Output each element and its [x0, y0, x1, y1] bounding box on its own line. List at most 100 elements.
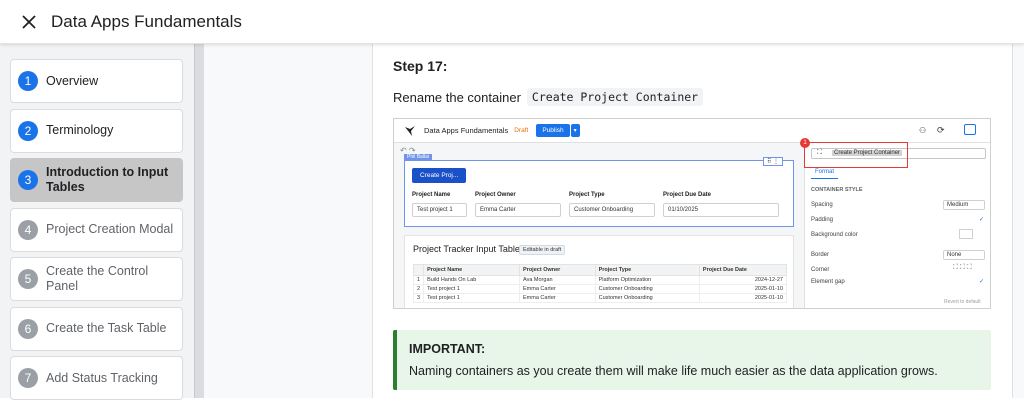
container-menu-icon: ⠿ ⋮ — [763, 157, 784, 166]
step-number: 6 — [18, 318, 38, 339]
table-header: Project Due Date — [698, 264, 788, 276]
prop-label: Border — [811, 252, 830, 258]
sidebar-item-task-table[interactable]: 6 Create the Task Table — [10, 306, 183, 351]
table-cell: 2024-12-27 — [698, 275, 788, 285]
screenshot-table-card: Project Tracker Input Table Editable in … — [404, 235, 794, 308]
prop-label: Spacing — [811, 202, 833, 208]
control-value: Customer Onboarding — [569, 203, 655, 217]
sidebar-item-label: Add Status Tracking — [46, 370, 158, 385]
table-cell: Ava Morgan — [519, 275, 596, 285]
top-bar: Data Apps Fundamentals — [0, 0, 1024, 44]
callout-title: IMPORTANT: — [409, 342, 486, 356]
prop-label: Padding — [811, 217, 834, 223]
sidebar-item-status-tracking[interactable]: 7 Add Status Tracking — [10, 356, 183, 400]
sidebar-item-project-creation-modal[interactable]: 4 Project Creation Modal — [10, 207, 183, 252]
main-content: Step 17: Rename the container Create Pro… — [373, 44, 1012, 398]
sidebar-item-label: Create the Task Table — [46, 321, 167, 335]
table-row: 2 Test project 1 Emma Carter Customer On… — [412, 284, 788, 294]
table-header: Project Type — [594, 264, 700, 276]
check-icon: ✓ — [979, 217, 985, 223]
step-heading: Step 17: — [393, 58, 448, 74]
prop-label: Corner — [811, 267, 830, 273]
logo-icon — [405, 125, 415, 136]
prop-label: Background color — [811, 232, 858, 238]
sidebar-item-control-panel[interactable]: 5 Create the Control Panel — [10, 257, 183, 301]
step-number: 3 — [18, 170, 38, 190]
screenshot-publish-button: Publish — [536, 124, 570, 137]
prop-value: Medium — [943, 200, 985, 210]
resize-handle[interactable] — [194, 44, 204, 398]
table-cell: 2025-01-10 — [698, 293, 788, 303]
revert-link: Revert to default — [944, 299, 981, 305]
prop-label: Element gap — [811, 279, 845, 285]
panel-toggle-icon — [964, 124, 976, 135]
section-label: CONTAINER STYLE — [811, 187, 863, 193]
sidebar-item-terminology[interactable]: 2 Terminology — [10, 108, 183, 153]
screenshot-table: Project Name Project Owner Project Type … — [412, 264, 788, 303]
check-icon: ✓ — [979, 279, 985, 285]
table-row: 3 Test project 1 Emma Carter Customer On… — [412, 293, 788, 303]
table-cell: Build Hands On Lab — [423, 275, 521, 285]
highlight-box: 1 — [800, 138, 908, 168]
page-title: Data Apps Fundamentals — [51, 11, 242, 31]
user-icon: ⚇ — [919, 126, 927, 135]
step-number: 7 — [18, 368, 38, 388]
tutorial-screenshot: Data Apps Fundamentals Draft Publish ▾ ⚇… — [393, 118, 991, 309]
screenshot-create-button: Create Proj... — [412, 168, 467, 183]
corner-icon: ⛶⛶⛶ — [953, 264, 974, 271]
scrollbar[interactable] — [1012, 44, 1024, 398]
screenshot-app-title: Data Apps Fundamentals — [424, 126, 509, 135]
instruction-text: Rename the container — [393, 89, 521, 105]
table-cell: 1 — [412, 275, 425, 285]
table-cell: Emma Carter — [519, 293, 596, 303]
editable-chip: Editable in draft — [519, 245, 566, 255]
sidebar-item-label: Create the Control Panel — [46, 264, 149, 293]
screenshot-properties-panel: ⛶ Create Project Container 1 Format CONT… — [800, 138, 990, 308]
control-label: Project Name — [412, 192, 451, 198]
control-value: Emma Carter — [475, 203, 561, 217]
control-label: Project Type — [569, 192, 605, 198]
table-cell: Test project 1 — [423, 284, 521, 294]
table-row: 1 Build Hands On Lab Ava Morgan Platform… — [412, 275, 788, 285]
instruction-code: Create Project Container — [526, 88, 704, 106]
table-header: Project Name — [423, 264, 521, 276]
sidebar-item-label: Terminology — [46, 123, 114, 137]
control-value: Test project 1 — [412, 203, 467, 217]
color-swatch — [959, 229, 973, 239]
step-badge: 1 — [800, 138, 810, 148]
step-number: 2 — [18, 120, 38, 141]
control-label: Project Owner — [475, 192, 516, 198]
screenshot-table-title: Project Tracker Input Table — [413, 244, 520, 254]
sidebar: 1 Overview 2 Terminology 3 Introduction … — [0, 44, 194, 400]
step-number: 5 — [18, 269, 38, 289]
sidebar-item-label: Overview — [46, 73, 99, 88]
table-cell: Emma Carter — [519, 284, 596, 294]
screenshot-canvas: ↶ ↷ Phil Ballai ⠿ ⋮ Create Proj... Proje… — [394, 143, 804, 308]
table-cell: Platform Optimization — [594, 275, 700, 285]
control-value: 01/10/2025 — [663, 203, 779, 217]
close-icon[interactable] — [19, 12, 39, 32]
callout-text: Naming containers as you create them wil… — [409, 364, 938, 378]
table-header: Project Owner — [519, 264, 596, 276]
table-cell: 3 — [412, 293, 425, 303]
sidebar-item-overview[interactable]: 1 Overview — [10, 59, 183, 103]
table-cell: 2 — [412, 284, 425, 294]
left-gutter — [204, 44, 372, 398]
project-container: ⠿ ⋮ Create Proj... Project Name Test pro… — [404, 157, 794, 227]
sidebar-item-label: Introduction to Input Tables — [46, 165, 169, 194]
screenshot-toolbar: Data Apps Fundamentals Draft Publish ▾ ⚇… — [394, 119, 990, 143]
chevron-down-icon: ▾ — [570, 124, 580, 137]
tab-format: Format — [811, 169, 839, 179]
prop-value: None — [943, 250, 985, 260]
screenshot-draft-badge: Draft — [514, 127, 529, 134]
table-cell: 2025-01-10 — [698, 284, 788, 294]
step-number: 4 — [18, 219, 38, 240]
table-cell: Customer Onboarding — [594, 284, 700, 294]
sidebar-item-input-tables[interactable]: 3 Introduction to Input Tables — [10, 158, 183, 202]
important-callout: IMPORTANT: Naming containers as you crea… — [393, 330, 991, 390]
sidebar-item-label: Project Creation Modal — [46, 222, 174, 236]
table-cell: Customer Onboarding — [594, 293, 700, 303]
instruction: Rename the container Create Project Cont… — [393, 88, 704, 106]
control-label: Project Due Date — [663, 192, 712, 198]
table-cell: Test project 1 — [423, 293, 521, 303]
